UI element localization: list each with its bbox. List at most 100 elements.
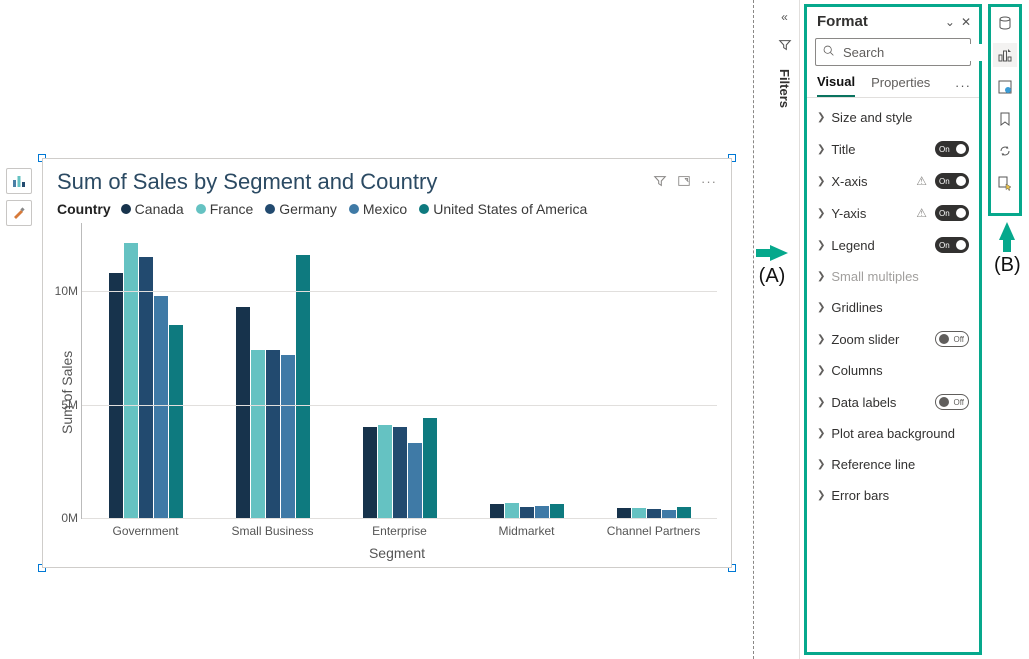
- format-row-label: X-axis: [831, 174, 910, 189]
- drill-pane-icon[interactable]: [993, 75, 1017, 99]
- format-row-label: Size and style: [831, 110, 969, 125]
- toggle-on[interactable]: On: [935, 141, 969, 157]
- format-row-label: Columns: [831, 363, 969, 378]
- toggle-off[interactable]: Off: [935, 331, 969, 347]
- filters-pane-collapsed[interactable]: « Filters: [770, 0, 800, 659]
- bookmark-pane-icon[interactable]: [993, 107, 1017, 131]
- filters-label: Filters: [777, 69, 792, 108]
- legend-title: Country: [57, 201, 111, 217]
- bar[interactable]: [139, 257, 153, 518]
- bar[interactable]: [154, 296, 168, 518]
- bar[interactable]: [169, 325, 183, 518]
- bar[interactable]: [236, 307, 250, 518]
- format-row-label: Gridlines: [831, 300, 969, 315]
- bar[interactable]: [423, 418, 437, 518]
- legend-swatch: [196, 204, 206, 214]
- bar[interactable]: [363, 427, 377, 518]
- format-row[interactable]: ❯Columns: [807, 355, 979, 386]
- legend-label: Germany: [279, 201, 337, 217]
- bar[interactable]: [408, 443, 422, 518]
- format-row[interactable]: ❯Data labelsOff: [807, 386, 979, 418]
- bar[interactable]: [647, 509, 661, 518]
- close-pane-icon[interactable]: ✕: [961, 15, 971, 29]
- bar[interactable]: [520, 507, 534, 518]
- visual-selection[interactable]: Sum of Sales by Segment and Country ··· …: [42, 158, 732, 568]
- format-row[interactable]: ❯Gridlines: [807, 292, 979, 323]
- chevron-right-icon: ❯: [817, 490, 825, 501]
- bar[interactable]: [393, 427, 407, 518]
- format-row[interactable]: ❯ Zoom slider Off: [807, 323, 979, 355]
- x-tick-label: Small Business: [231, 524, 313, 538]
- bar[interactable]: [378, 425, 392, 518]
- bar[interactable]: [662, 510, 676, 518]
- tabs-more-icon[interactable]: ···: [955, 78, 971, 93]
- bar[interactable]: [505, 503, 519, 518]
- bar[interactable]: [266, 350, 280, 518]
- tab-visual[interactable]: Visual: [817, 74, 855, 97]
- chevron-right-icon: ❯: [817, 334, 825, 345]
- format-row[interactable]: ❯Size and style: [807, 102, 979, 133]
- selection-pane-icon[interactable]: [993, 171, 1017, 195]
- y-tick-label: 10M: [44, 284, 78, 298]
- filter-icon[interactable]: [653, 174, 667, 191]
- legend-item[interactable]: United States of America: [419, 201, 587, 217]
- gridline: [82, 291, 717, 292]
- format-pane-header: Format ⌄ ✕: [807, 7, 979, 34]
- legend-label: Canada: [135, 201, 184, 217]
- tab-properties[interactable]: Properties: [871, 75, 930, 96]
- bar[interactable]: [535, 506, 549, 518]
- toggle-on[interactable]: On: [935, 205, 969, 221]
- format-search[interactable]: [815, 38, 971, 66]
- format-paint-icon[interactable]: [6, 200, 32, 226]
- bar[interactable]: [550, 504, 564, 518]
- data-pane-icon[interactable]: [993, 11, 1017, 35]
- legend-swatch: [265, 204, 275, 214]
- format-row[interactable]: ❯Reference line: [807, 449, 979, 480]
- bar[interactable]: [281, 355, 295, 518]
- legend: Country Canada France Germany Mexico United …: [57, 201, 717, 217]
- gridline: [82, 405, 717, 406]
- toggle-off[interactable]: Off: [935, 394, 969, 410]
- right-pane-ribbon: [988, 4, 1022, 216]
- callout-b: (B): [994, 222, 1021, 277]
- collapse-pane-icon[interactable]: ⌄: [945, 15, 955, 29]
- bar[interactable]: [251, 350, 265, 518]
- legend-item[interactable]: Mexico: [349, 201, 407, 217]
- legend-item[interactable]: Germany: [265, 201, 337, 217]
- x-axis-title: Segment: [77, 545, 717, 561]
- clustered-bar-visual[interactable]: Sum of Sales by Segment and Country ··· …: [42, 158, 732, 568]
- bar[interactable]: [632, 508, 646, 518]
- focus-mode-icon[interactable]: [677, 174, 691, 191]
- format-row[interactable]: ❯Error bars: [807, 480, 979, 511]
- format-row-label: Y-axis: [831, 206, 910, 221]
- legend-label: Mexico: [363, 201, 407, 217]
- format-row[interactable]: ❯Y-axis⚠On: [807, 197, 979, 229]
- chart-type-icon[interactable]: [6, 168, 32, 194]
- bar[interactable]: [296, 255, 310, 518]
- callout-b-label: (B): [994, 254, 1021, 277]
- x-tick-label: Enterprise: [372, 524, 427, 538]
- format-pane-icon[interactable]: [993, 43, 1017, 67]
- format-row[interactable]: ❯Plot area background: [807, 418, 979, 449]
- format-row[interactable]: ❯X-axis⚠On: [807, 165, 979, 197]
- more-options-icon[interactable]: ···: [701, 174, 717, 191]
- chevron-right-icon: ❯: [817, 176, 825, 187]
- format-pane-title: Format: [817, 13, 868, 30]
- expand-filters-icon[interactable]: «: [781, 10, 788, 24]
- format-row[interactable]: ❯LegendOn: [807, 229, 979, 261]
- sync-pane-icon[interactable]: [993, 139, 1017, 163]
- format-row-label: Zoom slider: [831, 332, 929, 347]
- toggle-on[interactable]: On: [935, 237, 969, 253]
- bar[interactable]: [490, 504, 504, 518]
- bar[interactable]: [617, 508, 631, 518]
- bar[interactable]: [109, 273, 123, 518]
- bar[interactable]: [124, 243, 138, 518]
- bar[interactable]: [677, 507, 691, 518]
- legend-item[interactable]: Canada: [121, 201, 184, 217]
- legend-item[interactable]: France: [196, 201, 254, 217]
- y-tick-label: 5M: [44, 398, 78, 412]
- toggle-on[interactable]: On: [935, 173, 969, 189]
- y-tick-label: 0M: [44, 511, 78, 525]
- format-row[interactable]: ❯TitleOn: [807, 133, 979, 165]
- chevron-right-icon: ❯: [817, 240, 825, 251]
